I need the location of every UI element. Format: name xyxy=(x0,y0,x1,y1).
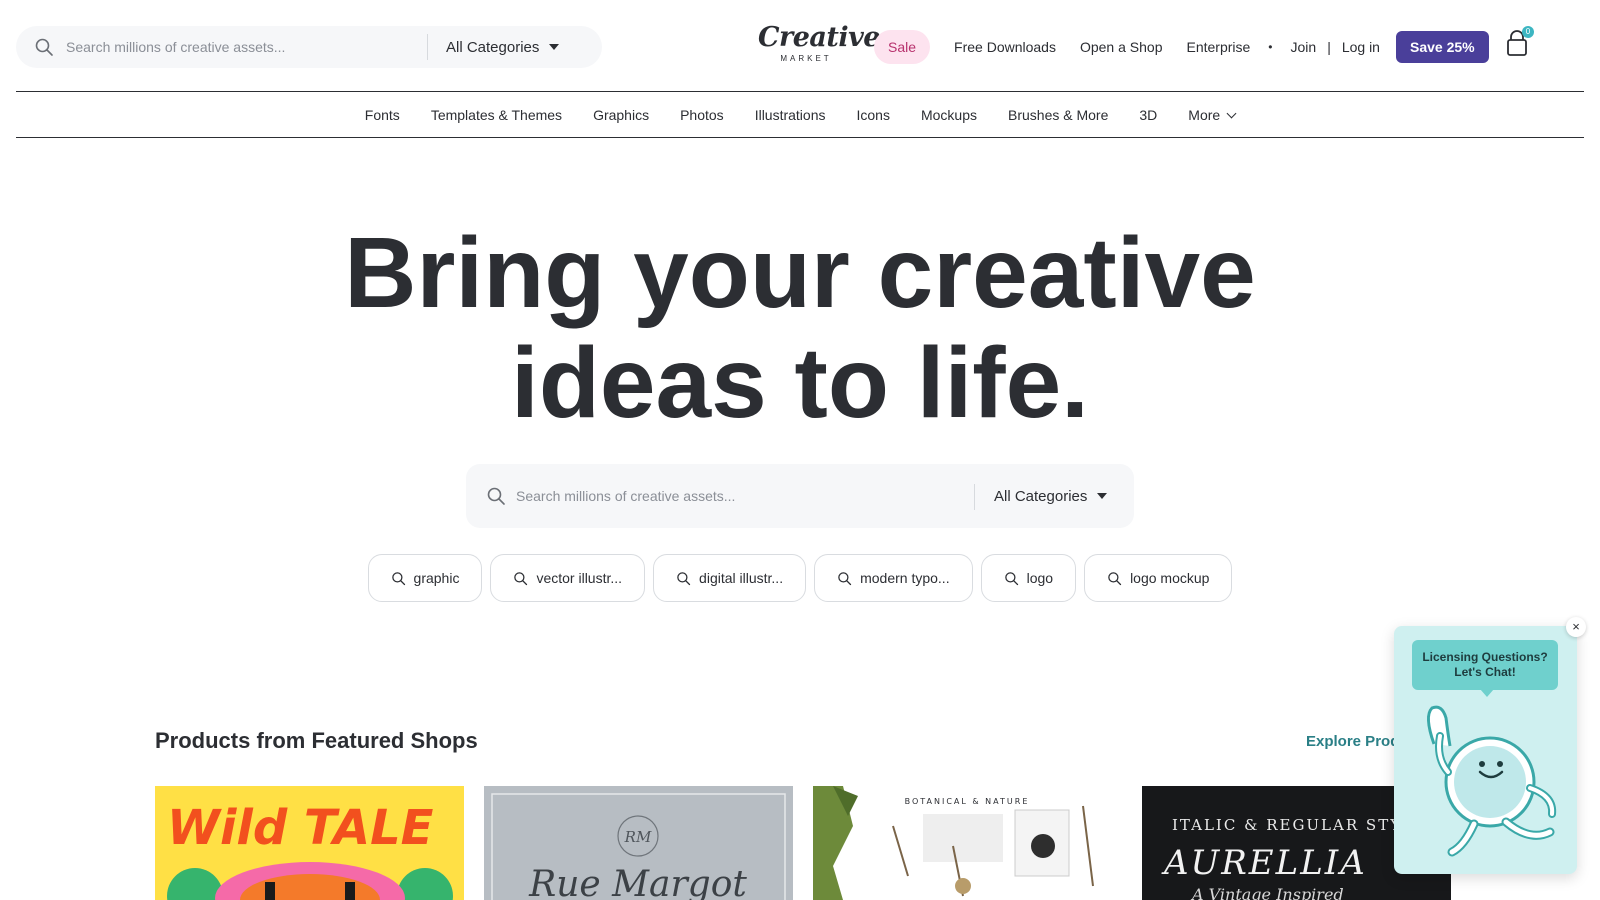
hero-search-input[interactable] xyxy=(516,481,936,511)
chip-logo[interactable]: logo xyxy=(980,554,1077,602)
open-a-shop-link[interactable]: Open a Shop xyxy=(1080,39,1163,55)
chat-mascot-icon xyxy=(1427,705,1557,857)
product-card-rue-margot[interactable]: RM Rue Margot xyxy=(484,786,793,900)
hero-category-dropdown[interactable]: All Categories xyxy=(994,464,1108,528)
chip-modern-typography[interactable]: modern typo... xyxy=(814,554,973,602)
search-icon xyxy=(677,571,691,585)
hero-title: Bring your creative ideas to life. xyxy=(0,218,1600,438)
save-25-button[interactable]: Save 25% xyxy=(1395,31,1489,63)
card-title-text: Wild TALE xyxy=(167,800,434,856)
search-icon xyxy=(514,571,528,585)
nav-3d[interactable]: 3D xyxy=(1139,107,1157,123)
nav-more[interactable]: More xyxy=(1188,106,1237,123)
header-search-input[interactable] xyxy=(66,32,426,62)
nav-photos[interactable]: Photos xyxy=(680,107,724,123)
nav-templates-themes[interactable]: Templates & Themes xyxy=(431,107,562,123)
card-tagline-text: A Vintage Inspired xyxy=(1190,885,1344,900)
chip-logo-mockup[interactable]: logo mockup xyxy=(1084,554,1233,602)
search-icon xyxy=(838,571,852,585)
nav-fonts[interactable]: Fonts xyxy=(365,107,400,123)
chip-label: digital illustr... xyxy=(699,570,784,586)
search-icon xyxy=(1108,571,1122,585)
search-icon xyxy=(35,38,53,56)
search-icon xyxy=(1004,571,1018,585)
suggested-searches: graphic vector illustr... digital illust… xyxy=(0,554,1600,602)
login-link[interactable]: Log in xyxy=(1342,39,1380,55)
card-monogram-text: RM xyxy=(624,828,652,846)
chevron-down-icon xyxy=(1226,108,1237,118)
chip-label: modern typo... xyxy=(860,570,950,586)
separator: | xyxy=(1327,39,1331,55)
chat-bubble-line-2: Let's Chat! xyxy=(1454,665,1516,679)
search-icon xyxy=(487,487,505,505)
chip-label: vector illustr... xyxy=(536,570,623,586)
hero-title-line-1: Bring your creative xyxy=(344,217,1256,329)
category-label: All Categories xyxy=(994,487,1088,505)
card-title-text: AURELLIA xyxy=(1161,843,1367,883)
card-title-text: Rue Margot xyxy=(528,864,747,900)
header-right-nav: Sale Free Downloads Open a Shop Enterpri… xyxy=(874,30,1489,64)
search-icon xyxy=(391,571,405,585)
caret-down-icon xyxy=(549,44,560,50)
logo-subtext: MARKET xyxy=(780,54,832,63)
category-label: All Categories xyxy=(446,38,540,56)
nav-brushes-more[interactable]: Brushes & More xyxy=(1008,107,1108,123)
logo-wordmark: Creative xyxy=(758,22,880,53)
creative-market-logo[interactable]: Creative MARKET xyxy=(758,22,880,68)
free-downloads-link[interactable]: Free Downloads xyxy=(954,39,1056,55)
card-subtitle-text: ITALIC & REGULAR STY xyxy=(1172,816,1402,834)
chip-digital-illustration[interactable]: digital illustr... xyxy=(653,554,807,602)
product-thumbnail: RM Rue Margot xyxy=(484,786,793,900)
cart-button[interactable]: 0 xyxy=(1504,26,1534,58)
nav-more-label: More xyxy=(1188,106,1221,123)
chip-graphic[interactable]: graphic xyxy=(367,554,483,602)
product-thumbnail: Wild TALE xyxy=(155,786,464,900)
nav-illustrations[interactable]: Illustrations xyxy=(755,107,826,123)
close-icon: × xyxy=(1572,619,1580,634)
search-divider xyxy=(974,484,975,510)
chip-label: logo mockup xyxy=(1130,570,1210,586)
chip-label: logo xyxy=(1026,570,1054,586)
join-link[interactable]: Join xyxy=(1291,39,1317,55)
chip-vector-illustration[interactable]: vector illustr... xyxy=(490,554,646,602)
product-thumbnail: BOTANICAL & NATURE xyxy=(813,786,1122,900)
hero-title-line-2: ideas to life. xyxy=(511,327,1089,439)
enterprise-link[interactable]: Enterprise xyxy=(1186,39,1250,55)
header-search-bar: All Categories xyxy=(16,26,602,68)
chat-bubble[interactable]: Licensing Questions? Let's Chat! xyxy=(1412,640,1558,697)
licensing-chat-widget[interactable]: Licensing Questions? Let's Chat! xyxy=(1394,626,1577,874)
card-title-text: BOTANICAL & NATURE xyxy=(905,797,1030,806)
chip-label: graphic xyxy=(413,570,460,586)
hero-search-bar: All Categories xyxy=(466,464,1134,528)
featured-shops-heading: Products from Featured Shops xyxy=(155,728,478,753)
cart-count-badge: 0 xyxy=(1522,26,1534,38)
nav-graphics[interactable]: Graphics xyxy=(593,107,649,123)
nav-mockups[interactable]: Mockups xyxy=(921,107,977,123)
caret-down-icon xyxy=(1097,493,1108,499)
explore-products-link[interactable]: Explore Prod xyxy=(1306,733,1396,750)
nav-icons[interactable]: Icons xyxy=(857,107,890,123)
category-nav: Fonts Templates & Themes Graphics Photos… xyxy=(16,91,1584,138)
header-category-dropdown[interactable]: All Categories xyxy=(446,26,560,68)
search-divider xyxy=(427,34,428,60)
product-card-wild-tale[interactable]: Wild TALE xyxy=(155,786,464,900)
product-card-botanical-nature[interactable]: BOTANICAL & NATURE xyxy=(813,786,1122,900)
chat-bubble-line-1: Licensing Questions? xyxy=(1422,650,1548,664)
dot-separator: • xyxy=(1268,40,1273,54)
sale-link[interactable]: Sale xyxy=(874,30,931,64)
chat-close-button[interactable]: × xyxy=(1566,617,1586,637)
